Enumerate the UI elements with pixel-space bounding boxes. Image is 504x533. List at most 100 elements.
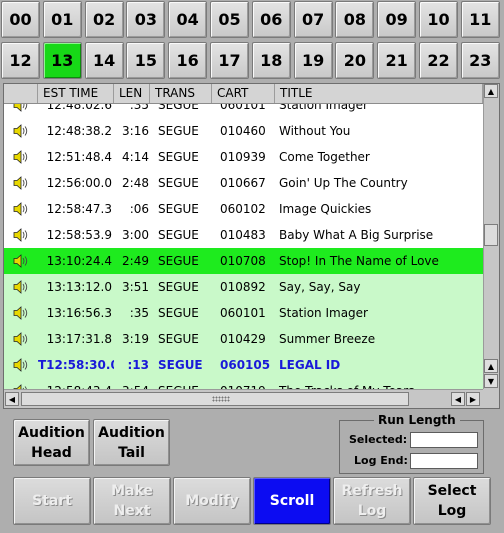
speaker-icon [4,280,38,294]
column-header-trans[interactable]: TRANS [150,84,212,103]
hour-button-05[interactable]: 05 [210,1,249,38]
horizontal-scrollbar[interactable]: ◀ ◀ ▶ [4,389,483,408]
log-row[interactable]: 12:56:00.0 2:48 SEGUE 010667 Goin' Up The Co… [4,170,483,196]
log-row[interactable]: 13:16:56.3:35 SEGUE 060101 Station Imager [4,300,483,326]
hour-button-20[interactable]: 20 [335,42,375,79]
hour-button-02[interactable]: 02 [84,1,124,38]
column-header-title[interactable]: TITLE [275,84,483,103]
row-cart: 010483 [220,228,266,242]
speaker-icon [4,358,38,372]
row-est-time: 12:48:38.2 [46,124,112,138]
log-row[interactable]: 12:51:48.4 4:14 SEGUE 010939 Come Together [4,144,483,170]
audition-tail-button[interactable]: Audition Tail [93,419,170,466]
refresh-log-button[interactable]: Refresh Log [333,477,411,525]
start-button[interactable]: Start [13,477,91,525]
column-header-len[interactable]: LEN [114,84,150,103]
speaker-icon [4,104,38,112]
select-log-button[interactable]: Select Log [413,477,491,525]
row-trans: SEGUE [158,228,199,242]
hour-button-13[interactable]: 13 [42,42,82,79]
row-cart: 060102 [220,202,266,216]
row-cart: 010892 [220,280,266,294]
log-rows: 12:48:02.6:35 SEGUE 060101 Station Imager 12… [4,104,483,389]
row-cart: 010939 [220,150,266,164]
hour-button-01[interactable]: 01 [42,1,82,38]
row-trans: SEGUE [158,358,203,372]
row-trans: SEGUE [158,254,199,268]
row-len: :13 [127,358,150,372]
hour-button-22[interactable]: 22 [419,42,458,79]
column-header-est-time[interactable]: EST TIME [38,84,114,103]
make-next-button[interactable]: Make Next [93,477,171,525]
row-trans: SEGUE [158,176,199,190]
audition-head-button[interactable]: Audition Head [13,419,90,466]
vertical-scroll-thumb[interactable] [484,224,498,246]
hour-button-21[interactable]: 21 [377,42,417,79]
speaker-icon [4,254,38,268]
log-row[interactable]: 13:17:31.8 3:19 SEGUE 010429 Summer Breeze [4,326,483,352]
scroll-down-arrow-button[interactable]: ▲ [484,359,498,373]
hour-button-07[interactable]: 07 [293,1,333,38]
row-cart: 060101 [220,306,266,320]
row-cart: 060105 [220,358,271,372]
row-est-time: 12:48:02.6 [46,104,112,112]
log-row[interactable]: 12:48:38.2 3:16 SEGUE 010460 Without You [4,118,483,144]
hour-button-11[interactable]: 11 [460,1,500,38]
scroll-button[interactable]: Scroll [253,477,331,525]
hour-button-10[interactable]: 10 [419,1,458,38]
hour-button-23[interactable]: 23 [460,42,500,79]
hour-button-03[interactable]: 03 [126,1,166,38]
row-est-time: 12:58:47.3 [46,202,112,216]
row-len: 4:14 [122,150,149,164]
speaker-icon [4,228,38,242]
hour-button-12[interactable]: 12 [1,42,40,79]
hour-button-06[interactable]: 06 [251,1,291,38]
log-list[interactable]: EST TIME LEN TRANS CART TITLE 12:48:02.6… [3,83,500,409]
row-title: Station Imager [279,306,368,320]
hour-button-17[interactable]: 17 [210,42,249,79]
vertical-scrollbar[interactable]: ▲ ▲ ▼ [483,84,499,389]
hour-button-16[interactable]: 16 [168,42,208,79]
modify-button[interactable]: Modify [173,477,251,525]
log-row[interactable]: T12:58:30.0:13 SEGUE 060105 LEGAL ID [4,352,483,378]
log-row[interactable]: 12:58:47.3:06 SEGUE 060102 Image Quickies [4,196,483,222]
hour-button-08[interactable]: 08 [335,1,375,38]
horizontal-scroll-thumb[interactable] [21,392,409,406]
row-trans: SEGUE [158,280,199,294]
log-end-label: Log End: [354,454,408,467]
scroll-down-button[interactable]: ▼ [484,374,498,388]
scroll-right-button[interactable]: ▶ [466,392,480,406]
row-title: Image Quickies [279,202,372,216]
scroll-left-button-2[interactable]: ◀ [451,392,465,406]
log-row[interactable]: 12:58:53.9 3:00 SEGUE 010483 Baby What A Big… [4,222,483,248]
hour-button-19[interactable]: 19 [293,42,333,79]
grip-icon [212,396,230,402]
column-header-cart[interactable]: CART [212,84,275,103]
log-row[interactable]: 12:58:43.43:54SEGUE010719The Tracks of M… [4,378,483,389]
log-row[interactable]: 13:10:24.4 2:49 SEGUE 010708 Stop! In The Na… [4,248,483,274]
hour-button-00[interactable]: 00 [1,1,40,38]
row-title: Without You [279,124,351,138]
hour-button-04[interactable]: 04 [168,1,208,38]
log-end-field [410,453,478,469]
hour-button-09[interactable]: 09 [377,1,417,38]
row-cart: 010708 [220,254,266,268]
hour-selector: 00 01 02 03 04 05 06 07 08 09 10 11 12 13 14 15 16 17 18 19… [1,1,503,81]
speaker-icon [4,150,38,164]
scroll-up-button[interactable]: ▲ [484,84,498,98]
speaker-icon [4,124,38,138]
row-len: 3:00 [122,228,149,242]
log-row[interactable]: 12:48:02.6:35 SEGUE 060101 Station Imager [4,104,483,118]
row-len: :06 [129,202,149,216]
speaker-icon [4,332,38,346]
column-header-icon[interactable] [4,84,38,103]
hour-button-14[interactable]: 14 [84,42,124,79]
row-title: LEGAL ID [279,358,341,372]
scroll-left-button[interactable]: ◀ [5,392,19,406]
scrollbar-corner [483,389,499,408]
hour-button-18[interactable]: 18 [251,42,291,79]
run-length-group: Run Length Selected: Log End: [339,413,484,474]
log-row[interactable]: 13:13:12.0 3:51 SEGUE 010892 Say, Say, Say [4,274,483,300]
row-title: Come Together [279,150,370,164]
hour-button-15[interactable]: 15 [126,42,166,79]
